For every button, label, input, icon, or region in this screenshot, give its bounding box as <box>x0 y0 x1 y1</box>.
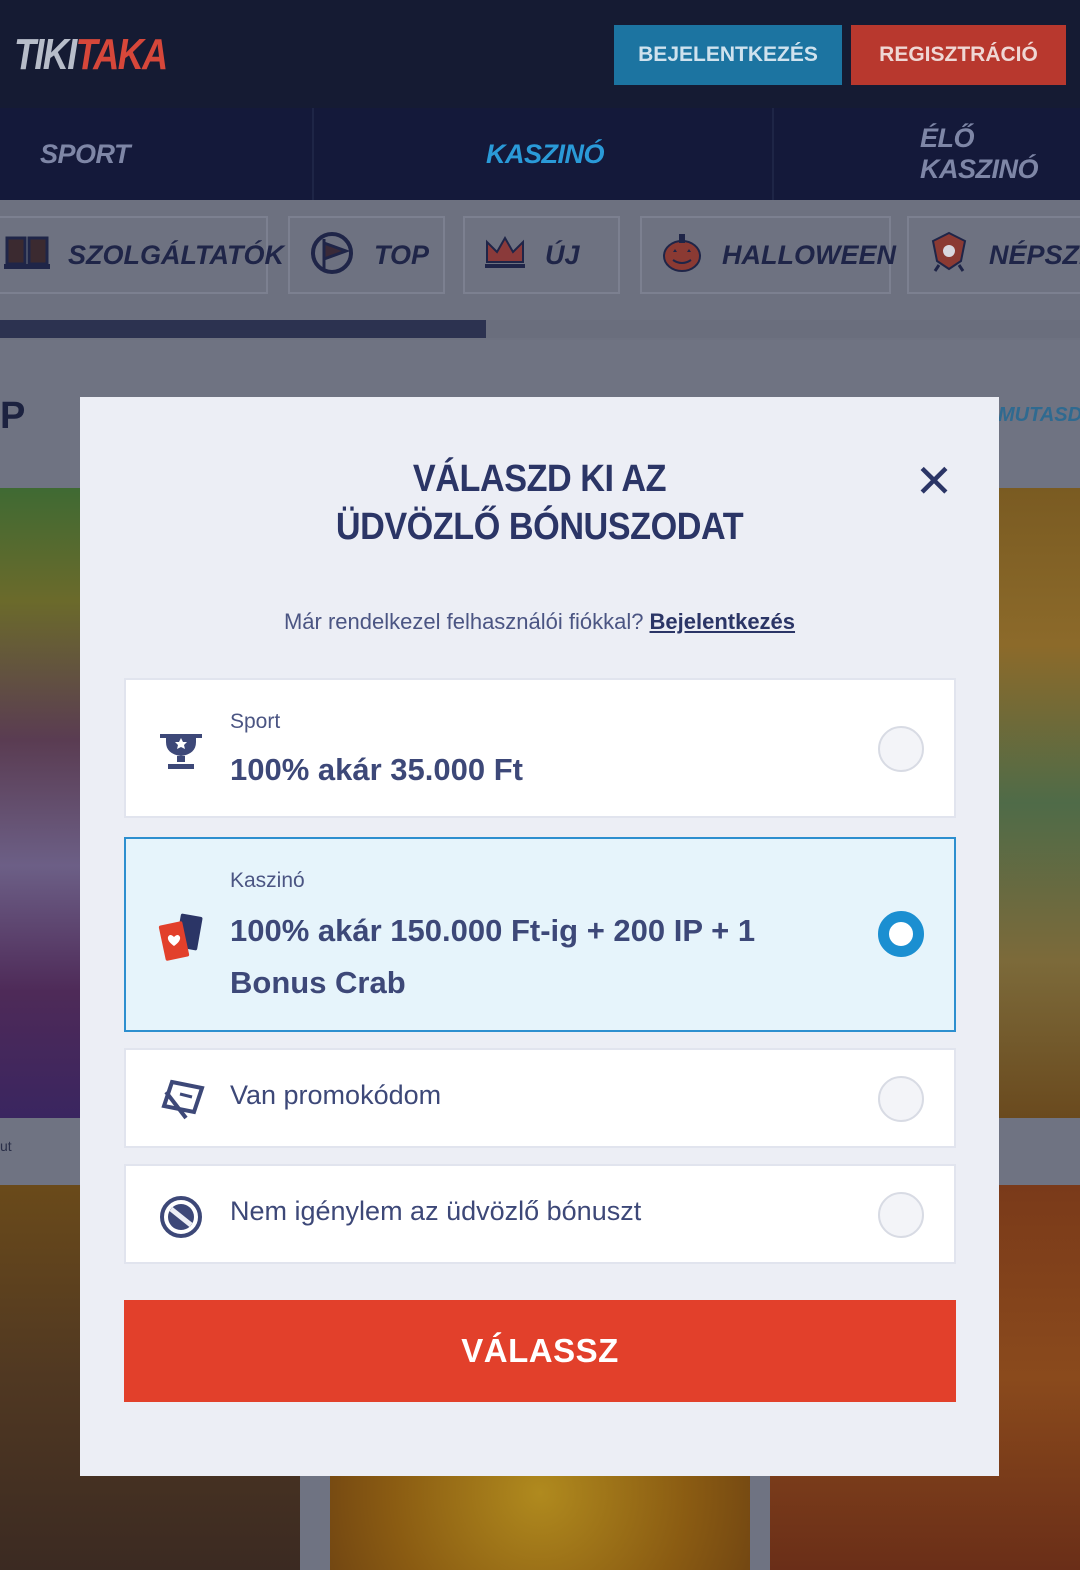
option-radio[interactable] <box>878 1192 924 1238</box>
choose-button[interactable]: VÁLASSZ <box>124 1300 956 1402</box>
crown-icon <box>483 232 527 279</box>
category-label: SZOLGÁLTATÓK <box>68 239 284 270</box>
ticket-icon <box>158 1078 206 1127</box>
bonus-option-no-bonus[interactable]: Nem igénylem az üdvözlő bónuszt <box>124 1164 956 1264</box>
category-new[interactable]: ÚJ <box>463 216 620 294</box>
category-top[interactable]: TOP <box>288 216 445 294</box>
login-link[interactable]: Bejelentkezés <box>650 609 796 634</box>
modal-title-line-1: VÁLASZD KI AZ <box>412 458 667 500</box>
bonus-option-sport[interactable]: Sport 100% akár 35.000 Ft <box>124 678 956 818</box>
option-category: Sport <box>230 710 281 733</box>
bonus-modal: VÁLASZD KI AZ ÜDVÖZLŐ BÓNUSZODAT ✕ Már r… <box>80 397 999 1476</box>
category-providers[interactable]: SZOLGÁLTATÓK <box>0 216 284 294</box>
option-category: Kaszinó <box>230 869 305 892</box>
register-button[interactable]: REGISZTRÁCIÓ <box>851 25 1066 85</box>
option-text-line-2: Bonus Crab <box>230 965 406 1000</box>
option-radio[interactable] <box>878 1076 924 1122</box>
login-button[interactable]: BEJELENTKEZÉS <box>614 25 842 85</box>
cards-icon <box>158 911 206 968</box>
category-halloween[interactable]: HALLOWEEN <box>640 216 896 294</box>
option-radio[interactable] <box>878 726 924 772</box>
nav-divider <box>312 108 314 200</box>
category-scroll-thumb[interactable] <box>0 320 486 338</box>
category-bar: SZOLGÁLTATÓK TOP ÚJ HALLOWEEN NÉPSZE <box>0 200 1080 340</box>
close-icon[interactable]: ✕ <box>912 458 956 504</box>
nav-divider <box>772 108 774 200</box>
nav-live-casino[interactable]: ÉLŐ KASZINÓ <box>920 108 1080 200</box>
flag-icon <box>308 229 356 282</box>
nav-casino[interactable]: KASZINÓ <box>486 108 605 200</box>
category-label: HALLOWEEN <box>722 239 896 270</box>
pumpkin-icon <box>660 230 704 281</box>
game-tile[interactable] <box>0 488 82 1118</box>
modal-title: VÁLASZD KI AZ ÜDVÖZLŐ BÓNUSZODAT <box>126 455 953 551</box>
option-radio-selected[interactable] <box>878 911 924 957</box>
logo[interactable]: TIKITAKA <box>14 30 169 80</box>
book-icon <box>4 232 50 279</box>
trophy-icon <box>158 728 204 779</box>
main-nav: SPORT KASZINÓ ÉLŐ KASZINÓ <box>0 108 1080 200</box>
section-title: P <box>0 395 26 437</box>
logo-part-1: TIKI <box>14 30 77 79</box>
tile-caption: ut <box>0 1138 12 1154</box>
top-header: TIKITAKA BEJELENTKEZÉS REGISZTRÁCIÓ <box>0 0 1080 108</box>
option-text: Nem igénylem az üdvözlő bónuszt <box>230 1196 642 1226</box>
game-tile[interactable] <box>998 488 1080 1118</box>
category-label: TOP <box>374 239 430 270</box>
login-prompt-text: Már rendelkezel felhasználói fiókkal? <box>283 609 644 634</box>
category-label: ÚJ <box>545 239 580 270</box>
badge-icon <box>927 229 971 282</box>
page: P MUTASD ut TIKITAKA BEJELENTKEZÉS REGIS… <box>0 0 1080 1570</box>
nav-sport[interactable]: SPORT <box>40 108 131 200</box>
option-text: 100% akár 35.000 Ft <box>230 752 523 787</box>
option-text-line-1: 100% akár 150.000 Ft-ig + 200 IP + 1 <box>230 913 756 948</box>
logo-part-2: TAKA <box>75 30 169 79</box>
bonus-option-promo[interactable]: Van promokódom <box>124 1048 956 1148</box>
category-label: NÉPSZE <box>989 239 1080 270</box>
category-popular[interactable]: NÉPSZE <box>907 216 1080 294</box>
option-text: Van promokódom <box>230 1080 442 1110</box>
bonus-option-casino[interactable]: Kaszinó 100% akár 150.000 Ft-ig + 200 IP… <box>124 837 956 1032</box>
login-prompt: Már rendelkezel felhasználói fiókkal? Bej… <box>80 609 999 635</box>
no-icon <box>158 1194 204 1245</box>
show-all-link[interactable]: MUTASD <box>998 404 1080 427</box>
modal-title-line-2: ÜDVÖZLŐ BÓNUSZODAT <box>335 506 744 548</box>
